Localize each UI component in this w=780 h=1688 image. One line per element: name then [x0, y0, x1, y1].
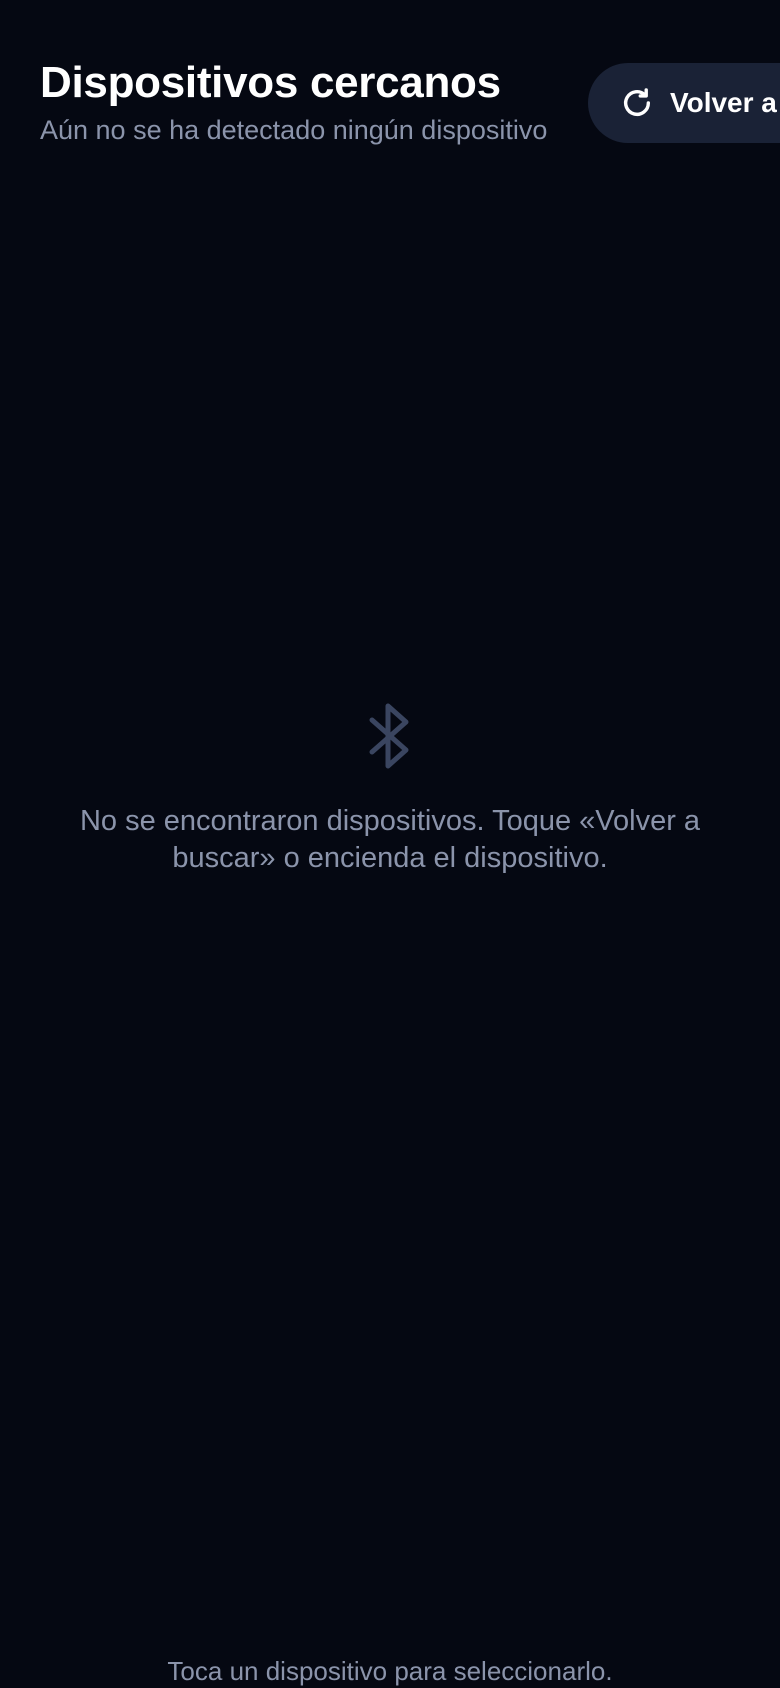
empty-state: No se encontraron dispositivos. Toque «V…	[40, 700, 740, 877]
header: Dispositivos cercanos Aún no se ha detec…	[40, 58, 600, 146]
empty-state-message: No se encontraron dispositivos. Toque «V…	[79, 805, 701, 874]
refresh-icon	[620, 86, 654, 120]
rescan-button[interactable]: Volver a buscar	[588, 63, 780, 143]
nearby-devices-screen: Dispositivos cercanos Aún no se ha detec…	[0, 0, 780, 1688]
rescan-button-label: Volver a buscar	[670, 87, 780, 118]
bluetooth-icon	[366, 700, 414, 772]
page-title: Dispositivos cercanos	[40, 58, 501, 107]
page-subtitle: Aún no se ha detectado ningún dispositiv…	[40, 115, 548, 145]
footer-hint: Toca un dispositivo para seleccionarlo.	[167, 1656, 613, 1686]
